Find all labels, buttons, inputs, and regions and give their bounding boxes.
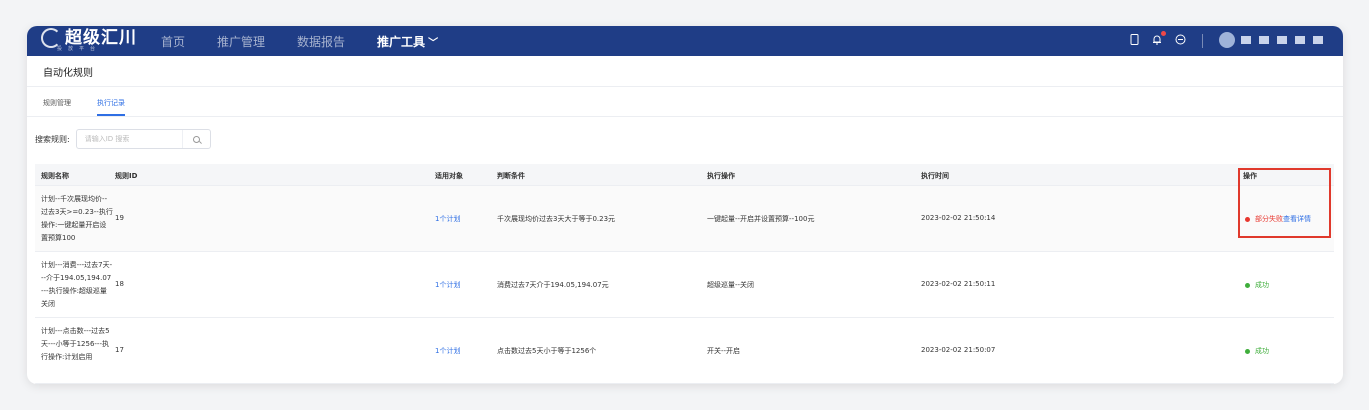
search-box	[75, 129, 211, 149]
table-row: 计划--千次展现均价--过去3天>=0.23--执行操作:一键起量开启设置预算1…	[35, 186, 1334, 252]
col-condition: 判断条件	[497, 172, 525, 180]
target-link[interactable]: 1个计划	[435, 214, 460, 224]
status-text: 成功	[1255, 347, 1269, 355]
condition: 千次展现均价过去3天大于等于0.23元	[497, 215, 616, 223]
chevron-down-icon: ﹀	[428, 37, 439, 49]
nav-tools-label: 推广工具	[377, 34, 426, 49]
rule-name: 计划---消费---过去7天---介于194.05,194.07---执行操作:…	[41, 261, 113, 308]
rule-id: 17	[115, 346, 124, 354]
search-button[interactable]	[181, 130, 210, 148]
rule-name: 计划---点击数---过去5天---小等于1256---执行操作:计划启用	[41, 327, 110, 361]
condition: 点击数过去5天小于等于1256个	[497, 347, 597, 355]
user-name-masked	[1241, 36, 1331, 44]
tab-execution-records[interactable]: 执行记录	[97, 98, 125, 108]
target-link[interactable]: 1个计划	[435, 346, 460, 356]
bell-icon[interactable]	[1152, 31, 1166, 48]
status-badge: 成功	[1245, 346, 1269, 356]
condition: 消费过去7天介于194.05,194.07元	[497, 281, 609, 289]
col-rule-name: 规则名称	[41, 172, 69, 180]
exec-time: 2023-02-02 21:50:14	[921, 214, 996, 222]
action: 开关--开启	[707, 347, 741, 355]
account-circle-icon[interactable]	[1175, 34, 1186, 48]
table-header: 规则名称 规则ID 适用对象 判断条件 执行操作 执行时间 操作	[35, 164, 1334, 186]
status-dot-icon	[1245, 282, 1250, 288]
notification-dot	[1161, 31, 1166, 36]
header-divider	[1202, 34, 1203, 48]
mobile-icon[interactable]	[1130, 34, 1139, 48]
col-exec-time: 执行时间	[921, 172, 949, 180]
tabs: 规则管理 执行记录	[27, 87, 1343, 117]
highlight-box	[1238, 168, 1331, 238]
search-icon	[192, 135, 200, 143]
rule-id: 18	[115, 280, 124, 288]
nav-tools[interactable]: 推广工具 ﹀	[377, 33, 438, 50]
rule-id: 19	[115, 214, 124, 222]
nav-reports[interactable]: 数据报告	[297, 33, 345, 50]
col-rule-id: 规则ID	[115, 172, 138, 180]
status-text: 成功	[1255, 281, 1269, 289]
top-nav-bar: 超级汇川 投放平台 首页 推广管理 数据报告 推广工具 ﹀	[27, 26, 1343, 56]
page-title: 自动化规则	[43, 67, 93, 79]
exec-time: 2023-02-02 21:50:07	[921, 346, 996, 354]
top-icons	[1130, 26, 1199, 56]
search-label: 搜索规则:	[35, 134, 70, 144]
app-window: 超级汇川 投放平台 首页 推广管理 数据报告 推广工具 ﹀ 自动化规则 规则管理…	[27, 26, 1343, 384]
nav-promotion[interactable]: 推广管理	[217, 33, 265, 50]
active-tab-indicator	[97, 114, 125, 116]
col-action: 执行操作	[707, 172, 735, 180]
exec-time: 2023-02-02 21:50:11	[921, 280, 996, 288]
logo-subtitle: 投放平台	[57, 46, 102, 52]
rule-name: 计划--千次展现均价--过去3天>=0.23--执行操作:一键起量开启设置预算1…	[41, 195, 113, 242]
table-row: 计划---消费---过去7天---介于194.05,194.07---执行操作:…	[35, 252, 1334, 318]
execution-records-table: 规则名称 规则ID 适用对象 判断条件 执行操作 执行时间 操作 计划--千次展…	[35, 164, 1334, 384]
search-row: 搜索规则:	[35, 129, 211, 149]
action: 超级巡量--关闭	[707, 281, 755, 289]
status-dot-icon	[1245, 348, 1250, 354]
user-menu[interactable]	[1219, 32, 1331, 48]
tab-rule-management[interactable]: 规则管理	[43, 98, 71, 108]
status-badge: 成功	[1245, 280, 1269, 290]
search-input[interactable]	[76, 130, 182, 148]
target-link[interactable]: 1个计划	[435, 280, 460, 290]
page-title-bar: 自动化规则	[27, 56, 1343, 87]
action: 一键起量--开启并设置预算--100元	[707, 215, 815, 223]
col-target: 适用对象	[435, 172, 463, 180]
main-nav: 首页 推广管理 数据报告 推广工具 ﹀	[161, 26, 470, 56]
avatar	[1219, 32, 1235, 48]
table-row: 计划---点击数---过去5天---小等于1256---执行操作:计划启用 17…	[35, 318, 1334, 384]
nav-home[interactable]: 首页	[161, 33, 185, 50]
